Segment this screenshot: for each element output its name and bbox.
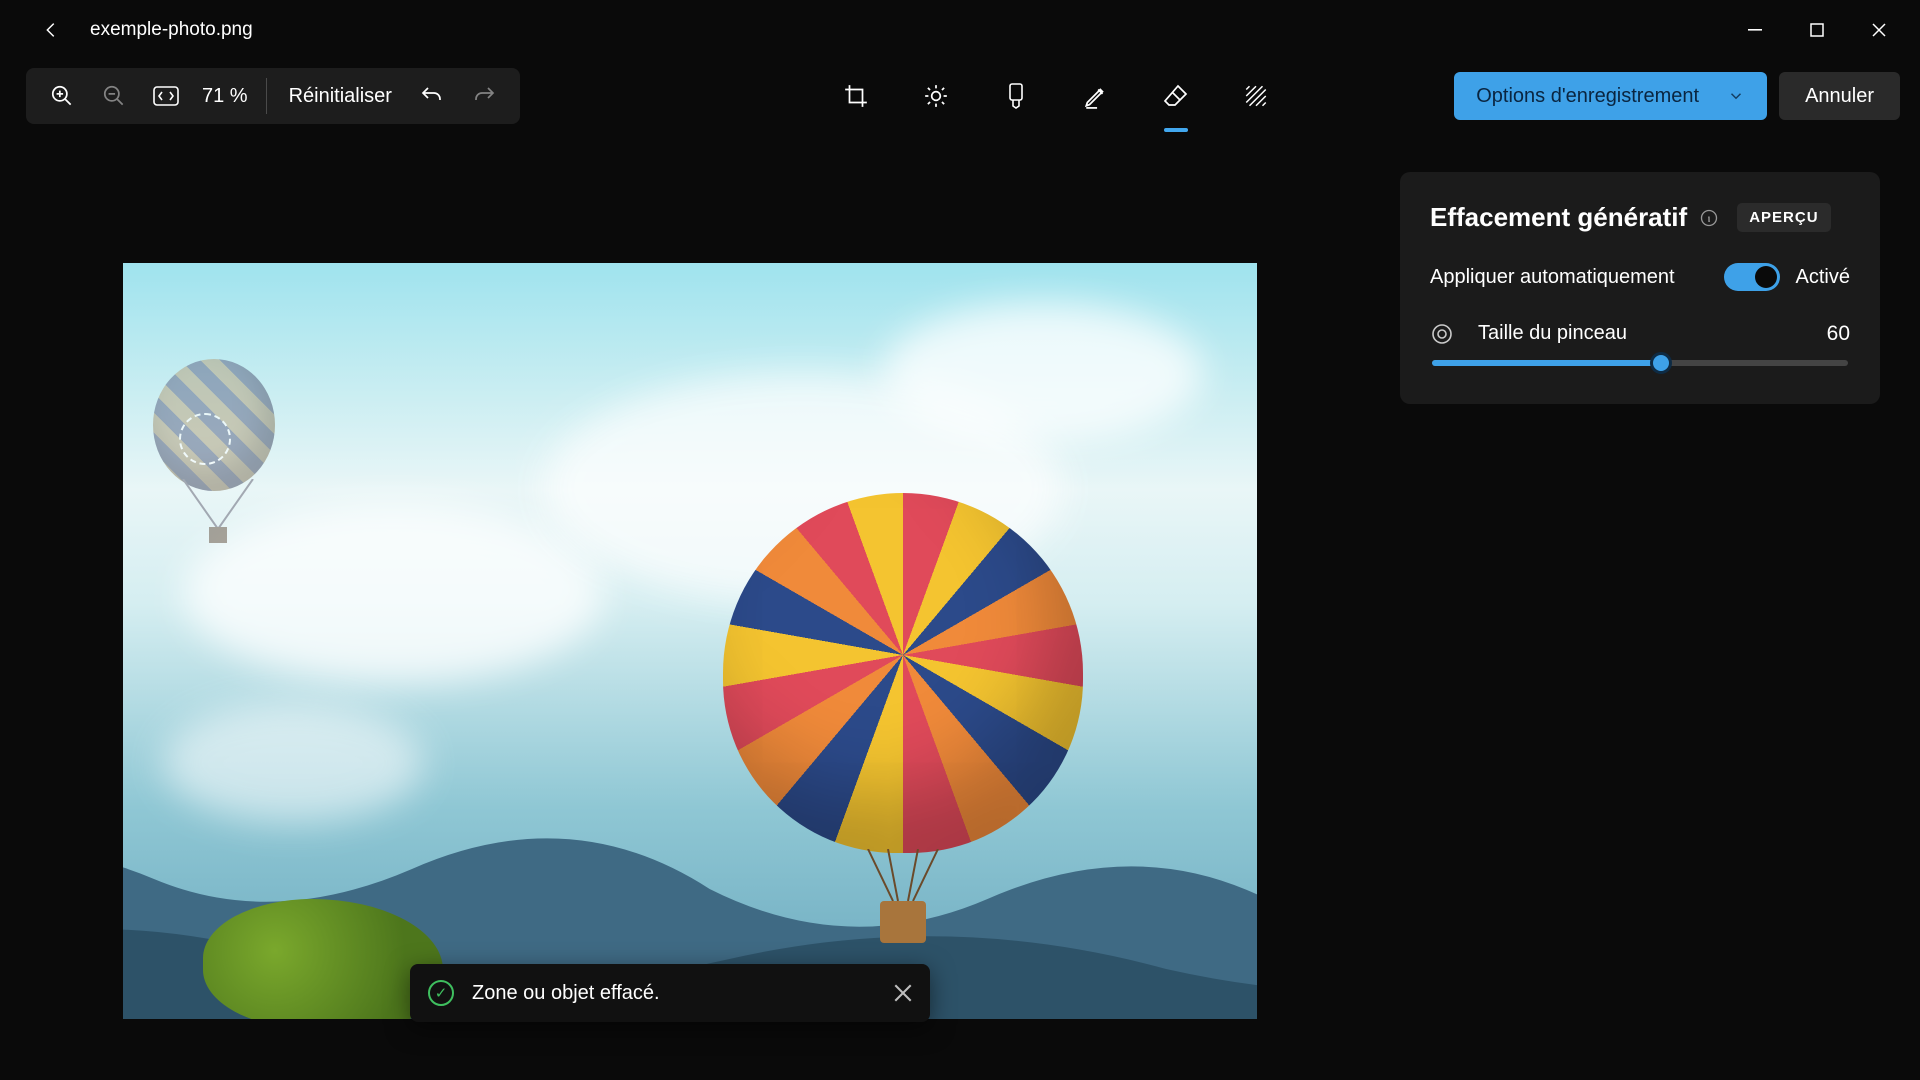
zoom-tool-group: 71 % Réinitialiser: [26, 68, 520, 124]
undo-button[interactable]: [406, 72, 458, 120]
crop-tool[interactable]: [830, 70, 882, 122]
panel-header: Effacement génératif APERÇU: [1430, 202, 1850, 233]
back-button[interactable]: [30, 9, 72, 51]
reset-button[interactable]: Réinitialiser: [275, 85, 406, 108]
maximize-button[interactable]: [1786, 7, 1848, 53]
minimize-icon: [1748, 23, 1762, 37]
cancel-button[interactable]: Annuler: [1779, 72, 1900, 120]
edit-tools: [830, 70, 1282, 122]
sparkle-grid-icon: [1243, 83, 1269, 109]
zoom-level: 71 %: [192, 85, 258, 108]
success-check-icon: ✓: [428, 980, 454, 1006]
info-icon[interactable]: [1699, 208, 1719, 228]
redo-icon: [472, 84, 496, 108]
auto-apply-toggle[interactable]: [1724, 263, 1780, 291]
background-remove-tool[interactable]: [1230, 70, 1282, 122]
arrow-left-icon: [40, 19, 62, 41]
panel-title: Effacement génératif: [1430, 202, 1687, 233]
brush-size-label: Taille du pinceau: [1478, 321, 1805, 346]
undo-icon: [420, 84, 444, 108]
brush-size-slider[interactable]: [1432, 360, 1848, 366]
auto-apply-label: Appliquer automatiquement: [1430, 266, 1724, 289]
image-canvas[interactable]: [123, 263, 1257, 1019]
separator: [266, 78, 267, 114]
close-icon: [1872, 23, 1886, 37]
toggle-knob: [1755, 266, 1777, 288]
toolbar: 71 % Réinitialiser Options d'e: [0, 60, 1920, 132]
small-balloon-basket: [153, 479, 283, 549]
close-icon: [894, 984, 912, 1002]
redo-button[interactable]: [458, 72, 510, 120]
auto-apply-row: Appliquer automatiquement Activé: [1430, 263, 1850, 291]
toast-close-button[interactable]: [894, 984, 912, 1002]
save-options-label: Options d'enregistrement: [1476, 85, 1699, 108]
toast-message: Zone ou objet effacé.: [472, 982, 876, 1005]
big-balloon: [723, 493, 1083, 893]
brush-size-row: Taille du pinceau 60: [1430, 321, 1850, 346]
canvas-area: ✓ Zone ou objet effacé.: [0, 132, 1380, 1080]
toast-notification: ✓ Zone ou objet effacé.: [410, 964, 930, 1022]
generative-erase-panel: Effacement génératif APERÇU Appliquer au…: [1400, 172, 1880, 404]
pen-icon: [1083, 83, 1109, 109]
fit-screen-icon: [153, 86, 179, 106]
auto-apply-state: Activé: [1796, 266, 1850, 289]
markup-tool[interactable]: [1070, 70, 1122, 122]
maximize-icon: [1810, 23, 1824, 37]
filter-icon: [1004, 82, 1028, 110]
fit-screen-button[interactable]: [140, 72, 192, 120]
adjust-tool[interactable]: [910, 70, 962, 122]
slider-thumb[interactable]: [1650, 352, 1672, 374]
zoom-out-icon: [101, 83, 127, 109]
balloon-ropes: [863, 849, 943, 905]
save-options-dropdown[interactable]: Options d'enregistrement: [1454, 72, 1767, 120]
brush-size-value: 60: [1827, 322, 1850, 346]
brightness-icon: [923, 83, 949, 109]
titlebar: exemple-photo.png: [0, 0, 1920, 60]
eraser-icon: [1162, 83, 1190, 109]
erase-tool[interactable]: [1150, 70, 1202, 122]
zoom-in-icon: [49, 83, 75, 109]
chevron-down-icon: [1727, 87, 1745, 105]
slider-fill: [1432, 360, 1661, 366]
minimize-button[interactable]: [1724, 7, 1786, 53]
file-title: exemple-photo.png: [90, 19, 253, 41]
action-buttons: Options d'enregistrement Annuler: [1454, 72, 1900, 120]
side-panel: Effacement génératif APERÇU Appliquer au…: [1380, 132, 1920, 1080]
crop-icon: [843, 83, 869, 109]
zoom-in-button[interactable]: [36, 72, 88, 120]
cancel-label: Annuler: [1805, 85, 1874, 108]
small-balloon-erased: [153, 359, 283, 549]
filter-tool[interactable]: [990, 70, 1042, 122]
preview-badge: APERÇU: [1737, 203, 1830, 232]
brush-cursor-ring: [179, 413, 231, 465]
main-area: ✓ Zone ou objet effacé. Effacement génér…: [0, 132, 1920, 1080]
target-icon: [1430, 322, 1456, 346]
zoom-out-button[interactable]: [88, 72, 140, 120]
close-window-button[interactable]: [1848, 7, 1910, 53]
cloud-decor: [883, 303, 1203, 443]
